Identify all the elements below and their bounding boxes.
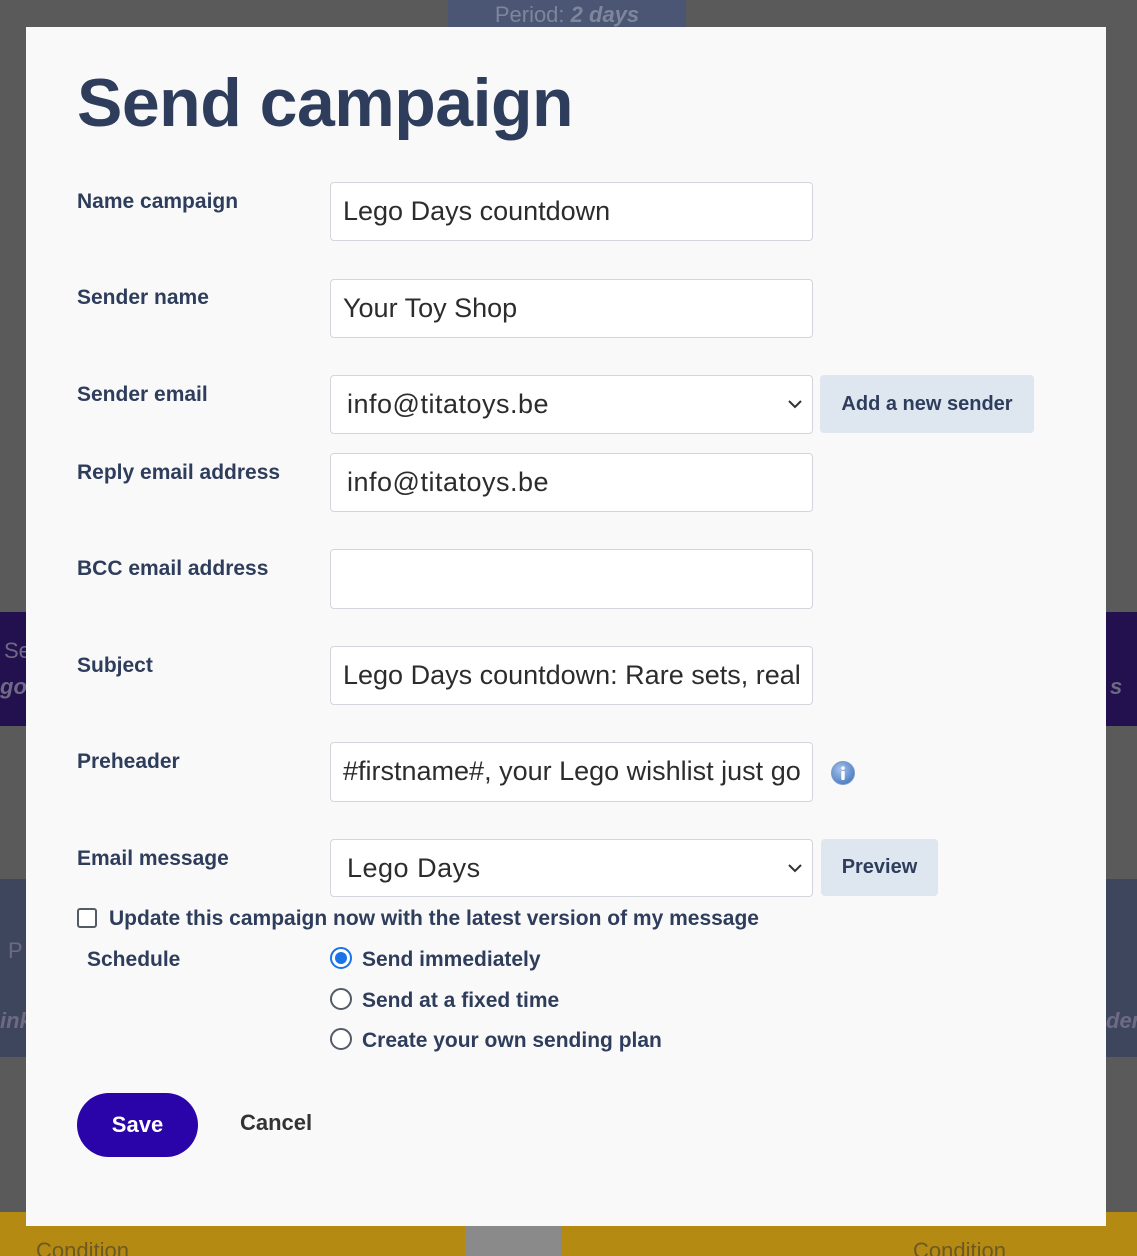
- bcc-email-input[interactable]: [330, 549, 813, 609]
- sender-name-input[interactable]: Your Toy Shop: [330, 279, 813, 338]
- send-fixed-time-radio[interactable]: [330, 988, 352, 1010]
- period-label: Period:: [494, 2, 565, 27]
- send-immediately-radio[interactable]: [330, 947, 352, 969]
- condition-right-label: Condition: [913, 1238, 1006, 1256]
- dialog-title: Send campaign: [77, 65, 574, 141]
- reply-email-input[interactable]: info@titatoys.be: [330, 453, 813, 512]
- name-campaign-label: Name campaign: [77, 190, 239, 213]
- add-new-sender-button[interactable]: Add a new sender: [820, 375, 1034, 433]
- email-message-select[interactable]: Lego Days: [330, 839, 813, 897]
- subject-input[interactable]: Lego Days countdown: Rare sets, real: [330, 646, 813, 705]
- cancel-button[interactable]: Cancel: [240, 1110, 312, 1136]
- sender-name-label: Sender name: [77, 286, 209, 309]
- sending-plan-label[interactable]: Create your own sending plan: [362, 1029, 662, 1053]
- background-fragment: der: [1106, 1008, 1137, 1033]
- name-campaign-input[interactable]: Lego Days countdown: [330, 182, 813, 241]
- subject-label: Subject: [77, 654, 153, 677]
- sender-email-label: Sender email: [77, 383, 208, 406]
- send-immediately-label[interactable]: Send immediately: [362, 948, 541, 972]
- background-fragment: s: [1110, 674, 1123, 699]
- sender-email-value: info@titatoys.be: [347, 389, 550, 419]
- email-message-label: Email message: [77, 847, 229, 870]
- period-banner: Period: 2 days: [448, 0, 686, 28]
- bcc-email-label: BCC email address: [77, 557, 269, 580]
- condition-left-label: Condition: [36, 1238, 129, 1256]
- background-fragment: go: [0, 674, 27, 699]
- sender-email-select[interactable]: info@titatoys.be: [330, 375, 813, 434]
- period-value: 2 days: [570, 2, 640, 27]
- chevron-down-icon: [786, 395, 804, 413]
- update-campaign-label[interactable]: Update this campaign now with the latest…: [109, 907, 759, 931]
- save-button[interactable]: Save: [77, 1093, 198, 1157]
- email-message-value: Lego Days: [347, 853, 481, 883]
- send-fixed-time-label[interactable]: Send at a fixed time: [362, 989, 559, 1013]
- sending-plan-radio[interactable]: [330, 1028, 352, 1050]
- reply-email-label: Reply email address: [77, 461, 281, 484]
- update-campaign-checkbox[interactable]: [77, 908, 97, 928]
- preview-button[interactable]: Preview: [821, 839, 938, 896]
- preheader-input[interactable]: #firstname#, your Lego wishlist just go: [330, 742, 813, 802]
- chevron-down-icon: [786, 859, 804, 877]
- preheader-label: Preheader: [77, 750, 180, 773]
- background-fragment: P: [8, 938, 23, 963]
- send-campaign-dialog: Send campaign Name campaign Lego Days co…: [26, 27, 1106, 1226]
- schedule-label: Schedule: [87, 948, 181, 971]
- info-icon[interactable]: [830, 760, 856, 786]
